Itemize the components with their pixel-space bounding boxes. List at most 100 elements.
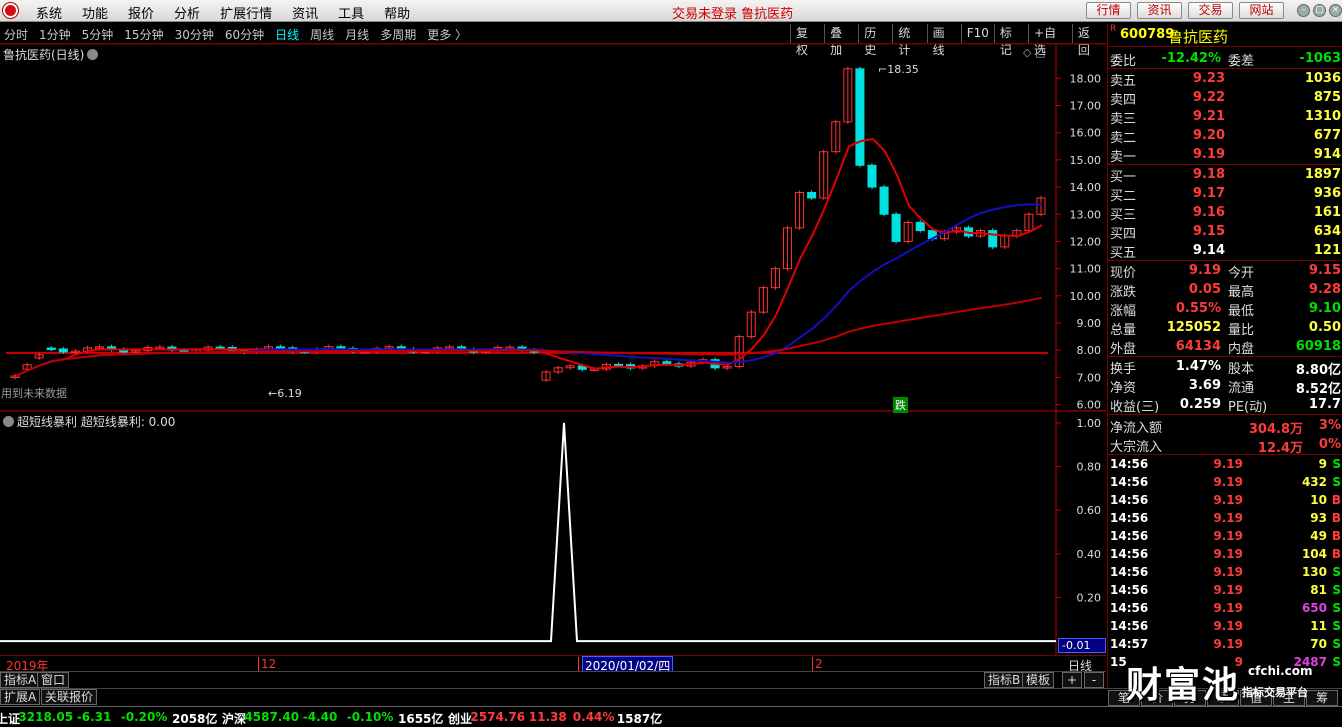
tab-template[interactable]: 模板 <box>1022 672 1055 688</box>
tick-price: 9.19 <box>1213 547 1243 561</box>
status-field: 1655亿 <box>398 712 444 726</box>
tick-row: 14:56 9.19 81 S <box>1108 582 1342 600</box>
status-field: -0.10% <box>346 710 394 724</box>
status-field: 2574.76 <box>470 710 526 724</box>
bid-volume: 1897 <box>1304 167 1341 182</box>
status-field: 沪深 <box>222 712 247 726</box>
candle-body <box>662 361 672 365</box>
status-field: 4587.40 <box>244 710 300 724</box>
tick-volume: 70 <box>1310 637 1327 651</box>
tick-time: 14:56 <box>1110 619 1149 633</box>
row-value2: -1063 <box>1299 51 1341 66</box>
row-label2: 量比 <box>1228 323 1255 338</box>
candle-body <box>879 186 889 215</box>
tick-price: 9.19 <box>1213 529 1243 543</box>
candle-body <box>58 348 68 353</box>
tick-price: 9.19 <box>1213 637 1243 651</box>
row-value: -12.42% <box>1161 51 1221 66</box>
watermark-logo: 财富池 cfchi.com 指标交易平台 <box>1126 664 1313 706</box>
tick-side: S <box>1332 475 1341 489</box>
tick-price: 9.19 <box>1213 493 1243 507</box>
chart-options-icon[interactable] <box>87 49 99 60</box>
tab-related-quote[interactable]: 关联报价 <box>41 689 98 705</box>
ask-row: 卖二 9.20 677 <box>1108 126 1342 146</box>
tick-side: B <box>1331 511 1341 525</box>
row-value2: 17.7 <box>1308 397 1341 412</box>
row-label2: 最低 <box>1228 304 1255 319</box>
tick-time: 14:56 <box>1110 511 1149 525</box>
stat-row: 涨跌 0.05 最高 9.28 <box>1108 280 1342 300</box>
nav-web-button[interactable]: 网站 <box>1239 2 1284 19</box>
row-label: 外盘 <box>1110 342 1137 357</box>
row-label: 现价 <box>1110 266 1137 281</box>
tab-indicator-a[interactable]: 指标A <box>0 672 41 688</box>
status-field: 11.38 <box>528 710 567 724</box>
stat-row: 外盘 64134 内盘 60918 <box>1108 337 1342 357</box>
tab-window[interactable]: 窗口 <box>37 672 70 688</box>
tick-price: 9.19 <box>1213 511 1243 525</box>
tick-row: 14:56 9.19 130 S <box>1108 564 1342 582</box>
tick-price: 9.19 <box>1213 565 1243 579</box>
ask-label: 卖三 <box>1110 112 1137 127</box>
ask-price: 9.20 <box>1192 128 1225 143</box>
tick-row: 14:56 9.19 93 B <box>1108 510 1342 528</box>
bid-price: 9.18 <box>1192 167 1225 182</box>
stat-row: 涨幅 0.55% 最低 9.10 <box>1108 299 1342 319</box>
x-label: 12 <box>258 657 276 671</box>
x-label: 2 <box>812 657 823 671</box>
flow-pct: 0% <box>1318 437 1341 452</box>
y-tick-label: 18.00 <box>1070 72 1102 85</box>
row-value2: 9.15 <box>1308 263 1341 278</box>
row-label: 换手 <box>1110 362 1137 377</box>
tick-side: S <box>1332 565 1341 579</box>
chart-canvas[interactable]: 18.00 17.00 16.00 15.00 14.00 13.00 12.00 11.00… <box>0 0 1106 655</box>
zoom-in-button[interactable]: + <box>1062 672 1082 688</box>
chart-toggle-icons[interactable]: ◇ □ <box>1023 46 1045 59</box>
status-field: -6.31 <box>76 710 112 724</box>
status-bar: 上证 3218.05 -6.31 -0.20% 2058亿 沪深 4587.40 -4.40-… <box>0 706 1342 727</box>
y-tick-label: 6.00 <box>1077 399 1102 412</box>
tick-volume: 432 <box>1301 475 1327 489</box>
separator <box>1108 414 1342 415</box>
flow-row: 净流入额 304.8万 3% <box>1108 416 1342 437</box>
candle-body <box>891 213 901 242</box>
close-icon[interactable]: × <box>1329 4 1342 17</box>
maximize-icon[interactable]: □ <box>1313 4 1326 17</box>
row-label2: PE(动) <box>1228 400 1268 415</box>
tick-time: 14:56 <box>1110 493 1149 507</box>
row-value: 1.47% <box>1175 359 1221 374</box>
tick-row: 14:56 9.19 10 B <box>1108 492 1342 510</box>
tick-volume: 650 <box>1301 601 1327 615</box>
minimize-icon[interactable]: – <box>1297 4 1310 17</box>
bid-volume: 121 <box>1313 243 1341 258</box>
candle-body <box>915 221 925 232</box>
ask-volume: 1036 <box>1304 71 1341 86</box>
tab-indicator-b[interactable]: 指标B <box>984 672 1025 688</box>
sub-options-icon[interactable] <box>3 416 14 427</box>
ask-price: 9.23 <box>1192 71 1225 86</box>
tick-volume: 104 <box>1301 547 1327 561</box>
tab-extend-a[interactable]: 扩展A <box>0 689 41 705</box>
status-field: 0.44% <box>572 710 615 724</box>
tick-row: 14:57 9.19 70 S <box>1108 636 1342 654</box>
tick-volume: 93 <box>1310 511 1327 525</box>
sub-y-tick-label: 1.00 <box>1077 417 1102 430</box>
nav-info-button[interactable]: 资讯 <box>1137 2 1182 19</box>
tick-volume: 130 <box>1301 565 1327 579</box>
row-value: 125052 <box>1166 320 1221 335</box>
bid-label: 买四 <box>1110 227 1137 242</box>
tick-price: 9.19 <box>1213 619 1243 633</box>
sub-y-tick-label: 0.20 <box>1077 591 1102 604</box>
tick-price: 9.19 <box>1213 475 1243 489</box>
tick-row: 14:56 9.19 9 S <box>1108 456 1342 474</box>
nav-trade-button[interactable]: 交易 <box>1188 2 1233 19</box>
stat2-row: 收益(三) 0.259 PE(动) 17.7 <box>1108 395 1342 415</box>
ask-volume: 1310 <box>1304 109 1341 124</box>
zoom-out-button[interactable]: - <box>1084 672 1104 688</box>
candle-body <box>867 164 877 188</box>
ask-row: 卖四 9.22 875 <box>1108 88 1342 108</box>
ask-price: 9.21 <box>1192 109 1225 124</box>
tick-row: 14:56 9.19 104 B <box>1108 546 1342 564</box>
row-label: 总量 <box>1110 323 1137 338</box>
quote-panel: R 600789 鲁抗医药 委比 -12.42% 委差 -1063 卖五 9.23 1036… <box>1107 23 1342 706</box>
